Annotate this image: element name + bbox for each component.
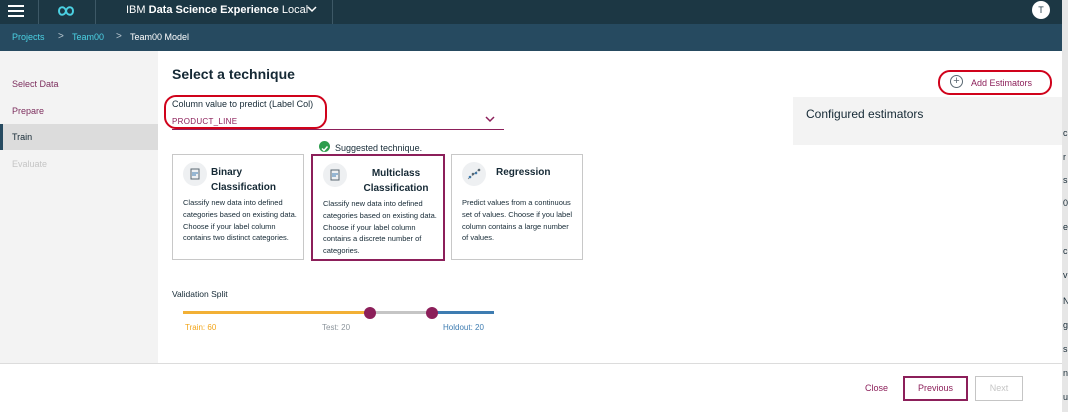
chevron-down-icon[interactable]	[484, 114, 496, 124]
split-handle-train-test[interactable]	[363, 307, 376, 319]
card-title: Binary Classification	[211, 167, 277, 193]
configured-estimators-title: Configured estimators	[806, 107, 924, 121]
clipped-text-char: u	[1063, 392, 1068, 402]
infinity-logo-icon[interactable]	[49, 0, 83, 22]
sidebar-item-train[interactable]: Train	[0, 124, 158, 150]
sidebar-item-evaluate: Evaluate	[12, 159, 48, 169]
clipped-text-char: e	[1063, 222, 1068, 232]
page-title: Select a technique	[172, 66, 295, 82]
multiclass-classification-icon	[323, 163, 347, 187]
breadcrumb: Projects > Team00 > Team00 Model	[0, 24, 1062, 51]
train-track	[183, 311, 370, 314]
test-track	[369, 311, 432, 314]
clipped-text-char: N	[1063, 296, 1068, 306]
binary-classification-icon	[183, 162, 207, 186]
clipped-text-char: s	[1063, 175, 1068, 185]
clipped-text-char: n	[1063, 368, 1068, 378]
chevron-down-icon[interactable]	[305, 2, 319, 16]
split-handle-test-holdout[interactable]	[425, 307, 438, 319]
breadcrumb-team[interactable]: Team00	[72, 32, 104, 42]
regression-icon	[462, 162, 486, 186]
annotation-oval	[938, 70, 1052, 95]
clipped-text-char: c	[1063, 246, 1068, 256]
sidebar-item-select-data[interactable]: Select Data	[0, 71, 158, 97]
card-title: Multiclass Classification	[363, 168, 429, 194]
active-indicator-arrow	[152, 130, 158, 142]
annotation-oval	[164, 95, 327, 129]
clipped-text-char: g	[1063, 320, 1068, 330]
previous-button[interactable]: Previous	[903, 376, 968, 401]
card-description: Classify new data into defined categorie…	[183, 198, 297, 243]
clipped-text-char: 0	[1063, 198, 1068, 208]
test-value: Test: 20	[322, 323, 351, 332]
next-button: Next	[975, 376, 1023, 401]
hamburger-menu-icon[interactable]	[8, 2, 30, 20]
card-regression[interactable]: Regression Predict values from a continu…	[451, 154, 583, 260]
clipped-text-char: r	[1063, 152, 1066, 162]
holdout-value: Holdout: 20	[443, 323, 484, 332]
card-binary-classification[interactable]: Binary Classification Classify new data …	[172, 154, 304, 260]
configured-estimators-panel	[793, 97, 1062, 145]
breadcrumb-current: Team00 Model	[130, 32, 190, 42]
close-button[interactable]: Close	[865, 383, 888, 393]
breadcrumb-separator: >	[116, 31, 122, 42]
holdout-track	[431, 311, 494, 314]
select-underline	[172, 129, 504, 130]
checkmark-icon	[319, 141, 330, 152]
app-title[interactable]: IBM Data Science Experience Local	[126, 4, 308, 16]
clipped-text-char: v	[1063, 270, 1068, 280]
card-title: Regression	[496, 167, 551, 178]
card-description: Classify new data into defined categorie…	[323, 199, 437, 256]
breadcrumb-separator: >	[58, 31, 64, 42]
suggested-technique-label: Suggested technique.	[335, 143, 423, 153]
top-header: IBM Data Science Experience Local T	[0, 0, 1062, 24]
header-divider	[95, 0, 96, 24]
breadcrumb-projects[interactable]: Projects	[12, 32, 45, 42]
card-description: Predict values from a continuous set of …	[462, 198, 573, 243]
card-multiclass-classification[interactable]: Multiclass Classification Classify new d…	[311, 154, 445, 261]
validation-split-label: Validation Split	[172, 289, 228, 299]
avatar[interactable]: T	[1032, 1, 1050, 19]
train-value: Train: 60	[185, 323, 217, 332]
footer-divider	[0, 363, 1062, 364]
sidebar-item-prepare[interactable]: Prepare	[0, 98, 158, 124]
clipped-text-char: c	[1063, 128, 1068, 138]
clipped-text-char: s	[1063, 344, 1068, 354]
header-divider	[332, 0, 333, 24]
header-divider	[38, 0, 39, 24]
